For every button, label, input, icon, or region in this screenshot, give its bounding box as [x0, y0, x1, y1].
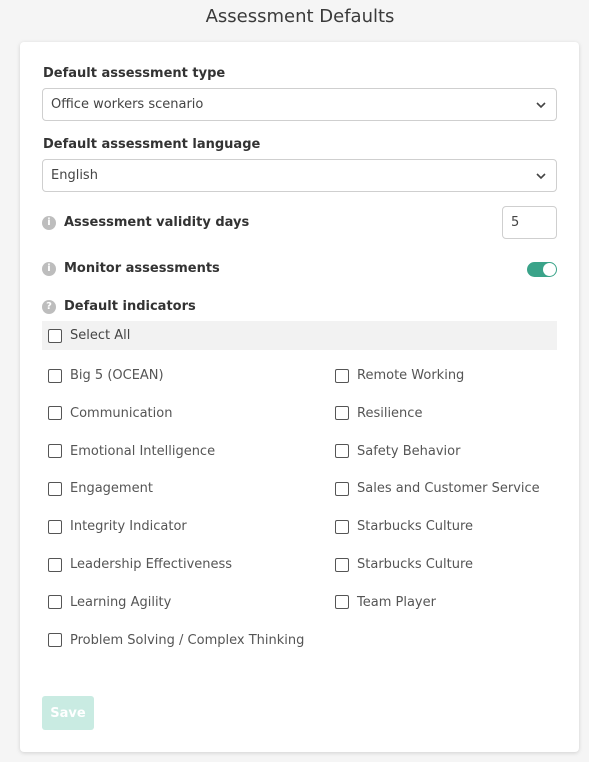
- indicator-label: Engagement: [70, 481, 153, 497]
- page-title: Assessment Defaults: [205, 6, 395, 27]
- indicator-label: Remote Working: [357, 368, 465, 383]
- assessment-type-label: Default assessment type: [43, 66, 226, 81]
- assessment-language-value: English: [51, 168, 98, 183]
- indicator-checkbox[interactable]: [335, 557, 349, 572]
- assessment-language-label: Default assessment language: [43, 137, 261, 152]
- select-all-row[interactable]: Select All: [42, 321, 557, 350]
- indicator-checkbox[interactable]: [335, 519, 349, 534]
- monitor-label: Monitor assessments: [64, 261, 220, 276]
- indicator-label: Big 5 (OCEAN): [70, 368, 164, 383]
- indicator-checkbox[interactable]: [48, 368, 62, 383]
- indicator-item[interactable]: Problem Solving / Complex Thinking: [48, 633, 304, 648]
- indicator-checkbox[interactable]: [335, 368, 349, 383]
- indicator-item[interactable]: Learning Agility: [48, 595, 171, 610]
- indicators-label: Default indicators: [64, 299, 196, 314]
- indicator-item[interactable]: Communication: [48, 406, 172, 421]
- indicator-label: Communication: [70, 405, 173, 421]
- indicator-checkbox[interactable]: [48, 633, 62, 648]
- indicator-label: Problem Solving / Complex Thinking: [70, 632, 305, 648]
- indicator-checkbox[interactable]: [48, 557, 62, 572]
- indicator-checkbox[interactable]: [48, 519, 62, 534]
- validity-label: Assessment validity days: [64, 215, 250, 230]
- indicator-item[interactable]: Sales and Customer Service: [335, 481, 540, 496]
- indicator-label: Team Player: [357, 594, 436, 610]
- indicator-checkbox[interactable]: [48, 595, 62, 610]
- validity-days-input[interactable]: 5: [502, 206, 557, 239]
- indicator-checkbox[interactable]: [335, 595, 349, 610]
- indicator-item[interactable]: Leadership Effectiveness: [48, 557, 232, 572]
- monitor-row: i Monitor assessments: [42, 261, 220, 276]
- assessment-language-select[interactable]: English: [42, 159, 557, 192]
- monitor-toggle[interactable]: [527, 262, 557, 277]
- validity-days-value: 5: [511, 215, 520, 230]
- indicator-checkbox[interactable]: [335, 444, 349, 459]
- chevron-down-icon: [536, 102, 546, 109]
- indicator-label: Emotional Intelligence: [70, 443, 216, 459]
- indicator-label: Integrity Indicator: [70, 519, 187, 535]
- indicator-label: Starbucks Culture: [357, 519, 474, 535]
- info-icon: i: [42, 215, 56, 230]
- indicator-label: Safety Behavior: [357, 443, 461, 459]
- settings-card: Default assessment type Office workers s…: [20, 42, 579, 752]
- help-icon: ?: [42, 299, 56, 314]
- indicator-checkbox[interactable]: [48, 481, 62, 496]
- indicator-item[interactable]: Emotional Intelligence: [48, 444, 215, 459]
- indicator-label: Leadership Effectiveness: [70, 557, 233, 572]
- indicator-item[interactable]: Starbucks Culture: [335, 519, 473, 534]
- indicator-item[interactable]: Resilience: [335, 406, 422, 421]
- indicator-item[interactable]: Remote Working: [335, 368, 464, 383]
- info-icon: i: [42, 261, 56, 276]
- indicator-item[interactable]: Starbucks Culture: [335, 557, 473, 572]
- indicator-checkbox[interactable]: [48, 444, 62, 459]
- chevron-down-icon: [536, 173, 546, 180]
- indicator-item[interactable]: Safety Behavior: [335, 444, 460, 459]
- assessment-type-value: Office workers scenario: [51, 97, 204, 112]
- validity-row: i Assessment validity days: [42, 215, 249, 230]
- indicator-checkbox[interactable]: [48, 406, 62, 421]
- select-all-label: Select All: [70, 328, 131, 343]
- indicator-label: Learning Agility: [70, 594, 172, 610]
- indicator-item[interactable]: Integrity Indicator: [48, 519, 187, 534]
- indicator-item[interactable]: Big 5 (OCEAN): [48, 368, 164, 383]
- indicator-label: Sales and Customer Service: [357, 481, 540, 497]
- indicator-checkbox[interactable]: [335, 481, 349, 496]
- toggle-knob: [543, 263, 556, 276]
- indicator-item[interactable]: Team Player: [335, 595, 436, 610]
- assessment-type-select[interactable]: Office workers scenario: [42, 88, 557, 121]
- indicators-row: ? Default indicators: [42, 299, 196, 314]
- indicator-checkbox[interactable]: [335, 406, 349, 421]
- save-button[interactable]: Save: [42, 696, 94, 730]
- select-all-checkbox[interactable]: [48, 328, 62, 343]
- indicator-label: Resilience: [357, 405, 423, 421]
- indicator-label: Starbucks Culture: [357, 557, 474, 572]
- indicator-item[interactable]: Engagement: [48, 481, 153, 496]
